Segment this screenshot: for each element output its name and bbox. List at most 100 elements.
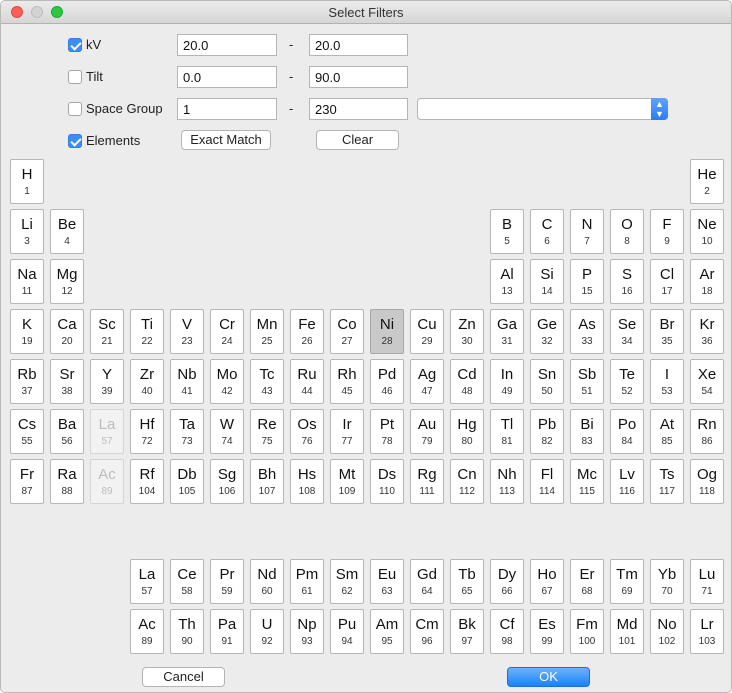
element-ra[interactable]: Ra 88 <box>50 459 84 504</box>
element-u-series[interactable]: U 92 <box>250 609 284 654</box>
tilt-max-field[interactable] <box>309 66 408 88</box>
element-yb-series[interactable]: Yb 70 <box>650 559 684 604</box>
element-sn[interactable]: Sn 50 <box>530 359 564 404</box>
element-bk-series[interactable]: Bk 97 <box>450 609 484 654</box>
element-i[interactable]: I 53 <box>650 359 684 404</box>
element-be[interactable]: Be 4 <box>50 209 84 254</box>
element-h[interactable]: H1 <box>10 159 44 204</box>
element-ta[interactable]: Ta 73 <box>170 409 204 454</box>
space-group-max-field[interactable] <box>309 98 408 120</box>
element-p[interactable]: P 15 <box>570 259 604 304</box>
element-cn[interactable]: Cn 112 <box>450 459 484 504</box>
element-ba[interactable]: Ba 56 <box>50 409 84 454</box>
element-rf[interactable]: Rf 104 <box>130 459 164 504</box>
element-kr[interactable]: Kr 36 <box>690 309 724 354</box>
element-o[interactable]: O8 <box>610 209 644 254</box>
clear-button[interactable]: Clear <box>316 130 399 150</box>
element-ca[interactable]: Ca 20 <box>50 309 84 354</box>
element-th-series[interactable]: Th 90 <box>170 609 204 654</box>
element-la[interactable]: La 57 <box>90 409 124 454</box>
element-cf-series[interactable]: Cf 98 <box>490 609 524 654</box>
element-s[interactable]: S 16 <box>610 259 644 304</box>
element-lv[interactable]: Lv 116 <box>610 459 644 504</box>
element-pm-series[interactable]: Pm 61 <box>290 559 324 604</box>
cancel-button[interactable]: Cancel <box>142 667 225 687</box>
element-tm-series[interactable]: Tm 69 <box>610 559 644 604</box>
element-gd-series[interactable]: Gd 64 <box>410 559 444 604</box>
element-rh[interactable]: Rh 45 <box>330 359 364 404</box>
element-w[interactable]: W 74 <box>210 409 244 454</box>
element-pb[interactable]: Pb 82 <box>530 409 564 454</box>
kv-checkbox[interactable] <box>68 38 82 52</box>
element-fm-series[interactable]: Fm 100 <box>570 609 604 654</box>
element-rb[interactable]: Rb 37 <box>10 359 44 404</box>
element-er-series[interactable]: Er 68 <box>570 559 604 604</box>
element-c[interactable]: C6 <box>530 209 564 254</box>
element-ds[interactable]: Ds 110 <box>370 459 404 504</box>
element-nb[interactable]: Nb 41 <box>170 359 204 404</box>
element-xe[interactable]: Xe 54 <box>690 359 724 404</box>
element-cs[interactable]: Cs 55 <box>10 409 44 454</box>
element-k[interactable]: K 19 <box>10 309 44 354</box>
element-ar[interactable]: Ar 18 <box>690 259 724 304</box>
element-ne[interactable]: Ne 10 <box>690 209 724 254</box>
element-au[interactable]: Au 79 <box>410 409 444 454</box>
element-mc[interactable]: Mc 115 <box>570 459 604 504</box>
element-n[interactable]: N7 <box>570 209 604 254</box>
element-fe[interactable]: Fe 26 <box>290 309 324 354</box>
element-cu[interactable]: Cu 29 <box>410 309 444 354</box>
element-na[interactable]: Na 11 <box>10 259 44 304</box>
element-dy-series[interactable]: Dy 66 <box>490 559 524 604</box>
element-ge[interactable]: Ge 32 <box>530 309 564 354</box>
element-nh[interactable]: Nh 113 <box>490 459 524 504</box>
element-ni[interactable]: Ni 28 <box>370 309 404 354</box>
kv-max-field[interactable] <box>309 34 408 56</box>
element-pu-series[interactable]: Pu 94 <box>330 609 364 654</box>
element-md-series[interactable]: Md 101 <box>610 609 644 654</box>
element-cm-series[interactable]: Cm 96 <box>410 609 444 654</box>
element-lu-series[interactable]: Lu 71 <box>690 559 724 604</box>
element-y[interactable]: Y 39 <box>90 359 124 404</box>
element-he[interactable]: He 2 <box>690 159 724 204</box>
element-mt[interactable]: Mt 109 <box>330 459 364 504</box>
element-sm-series[interactable]: Sm 62 <box>330 559 364 604</box>
element-zn[interactable]: Zn 30 <box>450 309 484 354</box>
element-eu-series[interactable]: Eu 63 <box>370 559 404 604</box>
element-ac[interactable]: Ac 89 <box>90 459 124 504</box>
element-ts[interactable]: Ts 117 <box>650 459 684 504</box>
element-np-series[interactable]: Np 93 <box>290 609 324 654</box>
element-rn[interactable]: Rn 86 <box>690 409 724 454</box>
element-og[interactable]: Og 118 <box>690 459 724 504</box>
element-lr-series[interactable]: Lr 103 <box>690 609 724 654</box>
element-se[interactable]: Se 34 <box>610 309 644 354</box>
element-fl[interactable]: Fl 114 <box>530 459 564 504</box>
element-al[interactable]: Al 13 <box>490 259 524 304</box>
space-group-dropdown[interactable]: ▲ ▼ <box>417 98 668 120</box>
element-bi[interactable]: Bi 83 <box>570 409 604 454</box>
element-cl[interactable]: Cl 17 <box>650 259 684 304</box>
element-f[interactable]: F9 <box>650 209 684 254</box>
space-group-min-field[interactable] <box>177 98 277 120</box>
element-re[interactable]: Re 75 <box>250 409 284 454</box>
element-ru[interactable]: Ru 44 <box>290 359 324 404</box>
element-si[interactable]: Si 14 <box>530 259 564 304</box>
element-tl[interactable]: Tl 81 <box>490 409 524 454</box>
element-li[interactable]: Li 3 <box>10 209 44 254</box>
space-group-checkbox[interactable] <box>68 102 82 116</box>
element-ho-series[interactable]: Ho 67 <box>530 559 564 604</box>
element-rg[interactable]: Rg 111 <box>410 459 444 504</box>
element-ac-series[interactable]: Ac 89 <box>130 609 164 654</box>
elements-checkbox[interactable] <box>68 134 82 148</box>
element-nd-series[interactable]: Nd 60 <box>250 559 284 604</box>
tilt-min-field[interactable] <box>177 66 277 88</box>
element-ce-series[interactable]: Ce 58 <box>170 559 204 604</box>
element-ag[interactable]: Ag 47 <box>410 359 444 404</box>
element-pa-series[interactable]: Pa 91 <box>210 609 244 654</box>
element-hs[interactable]: Hs 108 <box>290 459 324 504</box>
element-os[interactable]: Os 76 <box>290 409 324 454</box>
element-b[interactable]: B5 <box>490 209 524 254</box>
ok-button[interactable]: OK <box>507 667 590 687</box>
element-bh[interactable]: Bh 107 <box>250 459 284 504</box>
element-mo[interactable]: Mo 42 <box>210 359 244 404</box>
element-sb[interactable]: Sb 51 <box>570 359 604 404</box>
